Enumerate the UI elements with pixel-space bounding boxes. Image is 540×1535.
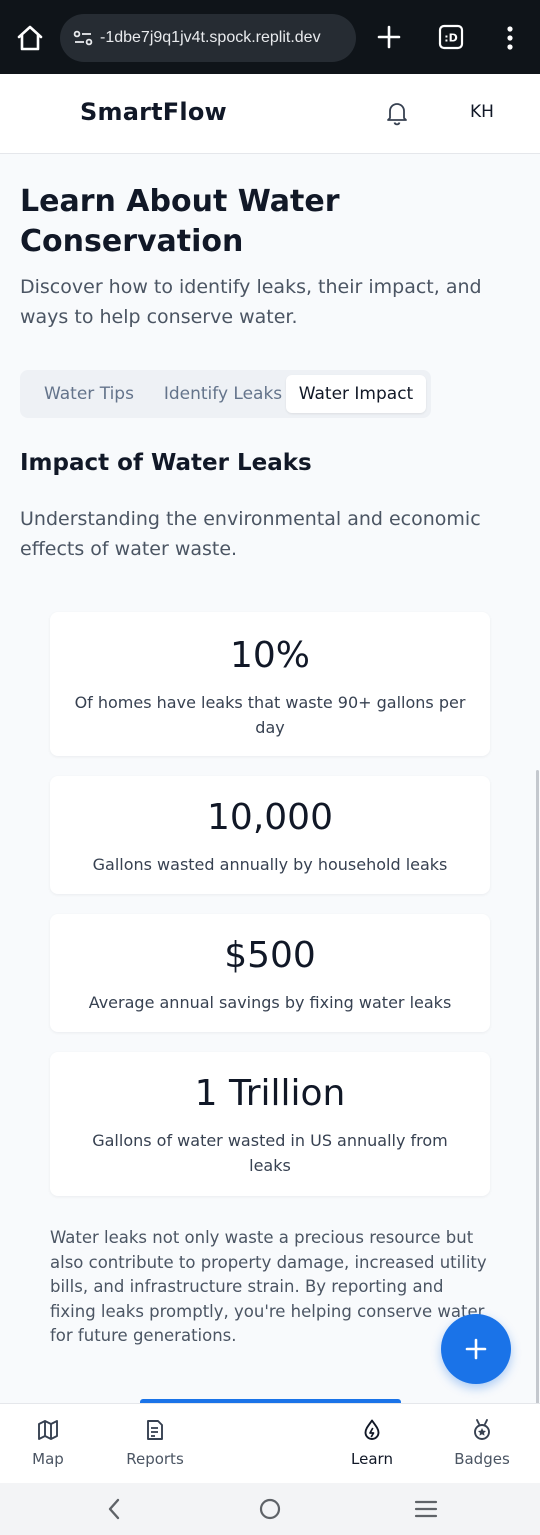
stat-value: 10,000 [207, 797, 333, 838]
system-navigation-bar [0, 1483, 540, 1535]
impact-footnote: Water leaks not only waste a precious re… [50, 1228, 487, 1345]
tab-identify-leaks[interactable]: Identify Leaks [150, 375, 296, 413]
new-tab-icon[interactable] [374, 22, 404, 52]
user-avatar[interactable]: KH [462, 102, 502, 126]
brand-logo-text[interactable]: SmartFlow [80, 98, 227, 126]
home-circle-icon[interactable] [258, 1497, 282, 1525]
tab-water-impact[interactable]: Water Impact [286, 375, 426, 413]
stat-label: Gallons of water wasted in US annually f… [92, 1131, 448, 1175]
address-bar[interactable]: -1dbe7j9q1jv4t.spock.replit.dev [60, 14, 356, 62]
browser-home-icon[interactable] [14, 22, 46, 54]
recent-apps-icon[interactable] [414, 1499, 438, 1523]
bottom-navigation: Map Reports Learn Badges [0, 1403, 540, 1483]
nav-label-learn: Learn [351, 1450, 393, 1468]
page-title: Learn About Water Conservation [20, 184, 340, 259]
plus-icon [465, 1338, 487, 1360]
url-text: -1dbe7j9q1jv4t.spock.replit.dev [100, 29, 321, 46]
stat-label: Gallons wasted annually by household lea… [92, 855, 448, 874]
nav-label-reports: Reports [126, 1450, 184, 1468]
overflow-menu-icon[interactable] [500, 24, 520, 52]
stat-label: Of homes have leaks that waste 90+ gallo… [74, 693, 466, 737]
learn-tabs: Water Tips Identify Leaks Water Impact [20, 370, 431, 418]
tab-switcher-button[interactable]: :D [438, 24, 464, 50]
stat-card: $500 Average annual savings by fixing wa… [50, 914, 490, 1032]
scrollbar[interactable] [536, 770, 539, 1480]
nav-label-badges: Badges [454, 1450, 510, 1468]
nav-item-map[interactable]: Map [8, 1404, 88, 1484]
stat-value: 1 Trillion [194, 1073, 346, 1114]
page-subtitle: Discover how to identify leaks, their im… [20, 276, 482, 328]
nav-item-learn[interactable]: Learn [332, 1404, 412, 1484]
stat-card: 10% Of homes have leaks that waste 90+ g… [50, 612, 490, 756]
app-header: SmartFlow KH [0, 74, 540, 154]
nav-item-reports[interactable]: Reports [115, 1404, 195, 1484]
tab-water-tips[interactable]: Water Tips [30, 375, 148, 413]
stat-value: $500 [224, 935, 316, 976]
notifications-bell-icon[interactable] [384, 100, 410, 126]
stat-value: 10% [229, 635, 310, 676]
nav-item-badges[interactable]: Badges [442, 1404, 522, 1484]
learn-droplet-icon [364, 1419, 380, 1440]
section-title: Impact of Water Leaks [20, 450, 312, 476]
map-icon [38, 1420, 58, 1440]
stat-card: 10,000 Gallons wasted annually by househ… [50, 776, 490, 894]
stat-card: 1 Trillion Gallons of water wasted in US… [50, 1052, 490, 1196]
tab-count-label: :D [444, 32, 458, 45]
back-icon[interactable] [104, 1497, 124, 1525]
badge-medal-icon [474, 1419, 490, 1440]
nav-label-map: Map [32, 1450, 64, 1468]
stat-label: Average annual savings by fixing water l… [88, 993, 452, 1012]
add-report-button[interactable] [441, 1314, 511, 1384]
site-settings-icon[interactable] [72, 27, 94, 49]
section-description: Understanding the environmental and econ… [20, 508, 481, 560]
browser-toolbar: -1dbe7j9q1jv4t.spock.replit.dev :D [0, 0, 540, 74]
reports-icon [147, 1420, 163, 1440]
